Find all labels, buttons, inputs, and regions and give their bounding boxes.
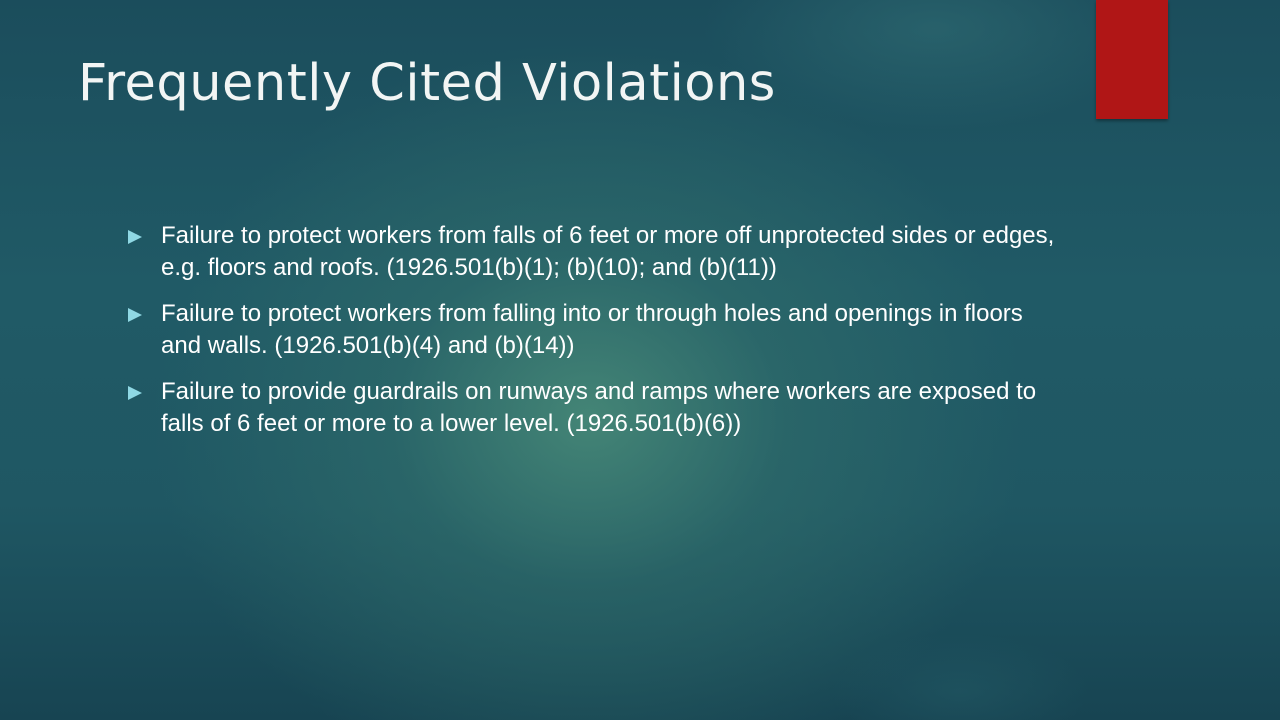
bullet-text: Failure to protect workers from falls of… bbox=[161, 222, 1055, 281]
list-item: Failure to provide guardrails on runways… bbox=[128, 376, 1068, 440]
list-item: Failure to protect workers from falls of… bbox=[128, 220, 1068, 284]
bullet-text: Failure to provide guardrails on runways… bbox=[161, 378, 1037, 437]
triangle-bullet-icon bbox=[128, 386, 142, 400]
triangle-bullet-icon bbox=[128, 230, 142, 244]
triangle-bullet-icon bbox=[128, 308, 142, 322]
red-accent-tab bbox=[1096, 0, 1168, 119]
list-item: Failure to protect workers from falling … bbox=[128, 298, 1068, 362]
bullet-text: Failure to protect workers from falling … bbox=[161, 300, 1023, 359]
slide-title: Frequently Cited Violations bbox=[78, 54, 776, 113]
slide: Frequently Cited Violations Failure to p… bbox=[0, 0, 1280, 720]
bullet-list: Failure to protect workers from falls of… bbox=[128, 220, 1068, 454]
